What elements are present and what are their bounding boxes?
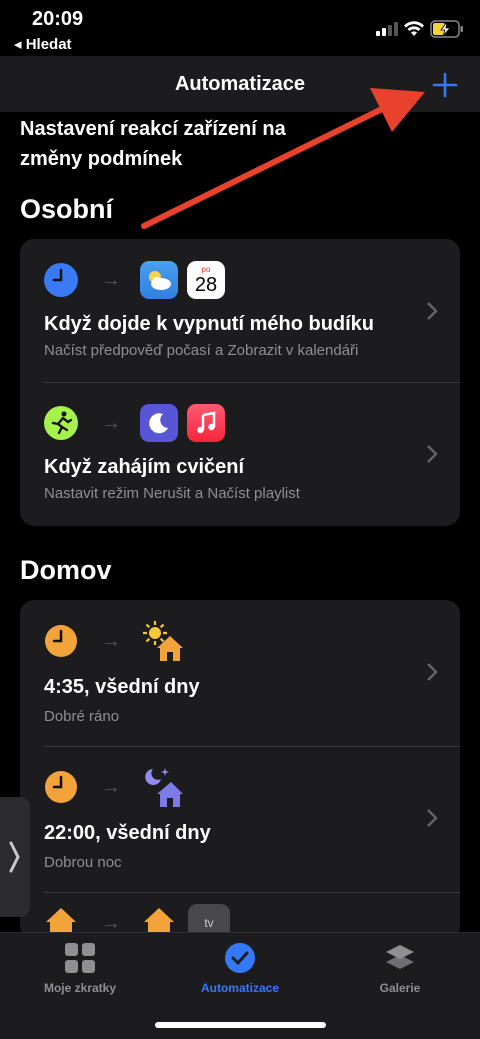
moon-home-icon — [145, 768, 183, 807]
arrow-right-icon: → — [101, 629, 121, 652]
chevron-right-icon — [427, 302, 438, 320]
clock-trigger-icon — [44, 263, 78, 297]
tab-automation[interactable]: Automatizace — [160, 941, 320, 995]
automation-icons: → po 28 — [42, 261, 234, 299]
automation-row-morning[interactable]: → 4:35, všední dny Dobré ráno — [20, 600, 460, 746]
calendar-weekday: po — [201, 264, 211, 274]
page-title: Automatizace — [174, 73, 306, 95]
clock-trigger-icon — [45, 771, 77, 803]
back-to-search-link[interactable]: ◂ Hledat — [14, 35, 72, 53]
page-subtitle: Nastavení reakcí zařízení na změny podmí… — [20, 118, 286, 170]
calendar-day: 28 — [194, 273, 218, 296]
automation-subtitle: Dobré ráno — [44, 708, 120, 725]
chevron-right-icon — [427, 445, 438, 463]
automation-row-workout[interactable]: → Když zahájím cvičení Nastavit režim Ne… — [20, 382, 460, 525]
workout-trigger-icon — [44, 406, 78, 440]
automation-title: 22:00, všední dny — [44, 822, 211, 844]
chevron-right-icon — [9, 841, 20, 873]
arrow-right-icon: → — [101, 411, 121, 434]
home-indicator — [155, 1022, 326, 1028]
tab-label: Galerie — [379, 981, 421, 995]
apple-tv-label: tv — [204, 916, 214, 930]
section-title-home: Domov — [20, 555, 112, 585]
automation-title: 4:35, všední dny — [44, 676, 200, 698]
sun-home-icon — [143, 621, 183, 661]
automation-row-alarm[interactable]: → po 28 Když dojde k vypnutí mého budíku… — [20, 239, 460, 382]
chevron-right-icon — [427, 809, 438, 827]
grid-icon — [65, 943, 95, 973]
back-label: Hledat — [25, 36, 72, 53]
tab-gallery[interactable]: Galerie — [320, 941, 480, 995]
home-automations-card: → 4:35, všední dny Dobré ráno → 22:00, v… — [20, 600, 460, 940]
tab-label: Moje zkratky — [43, 981, 117, 995]
automation-title: Když dojde k vypnutí mého budíku — [44, 313, 375, 335]
automation-icons: → — [42, 621, 186, 661]
tab-label: Automatizace — [200, 981, 280, 995]
calendar-icon: po 28 — [187, 261, 225, 299]
arrow-right-icon: → — [101, 775, 121, 798]
automation-subtitle: Načíst předpověď počasí a Zobrazit v kal… — [44, 342, 359, 359]
layers-icon — [386, 945, 414, 969]
clock-trigger-icon — [45, 625, 77, 657]
navigation-bar: Automatizace — [0, 56, 480, 112]
music-icon — [187, 404, 225, 442]
weather-icon — [140, 261, 178, 299]
battery-charging-icon — [430, 20, 463, 38]
automation-row-night[interactable]: → 22:00, všední dny Dobrou noc — [20, 746, 460, 892]
plus-icon[interactable] — [432, 72, 458, 98]
side-panel-handle[interactable] — [0, 797, 30, 917]
automation-subtitle: Dobrou noc — [44, 854, 122, 871]
clock-icon — [225, 943, 255, 973]
section-title-personal: Osobní — [20, 194, 113, 224]
automation-subtitle: Nastavit režim Nerušit a Načíst playlist — [44, 485, 300, 502]
automation-icons: → — [42, 404, 234, 442]
arrow-right-icon: → — [101, 268, 121, 291]
personal-automations-card: → po 28 Když dojde k vypnutí mého budíku… — [20, 239, 460, 526]
status-bar: 20:09 ◂ Hledat — [0, 0, 480, 56]
automation-title: Když zahájím cvičení — [44, 456, 245, 478]
wifi-icon — [404, 21, 424, 36]
cellular-signal-icon — [376, 22, 398, 36]
moon-icon — [140, 404, 178, 442]
status-time: 20:09 — [32, 8, 84, 30]
automation-icons: → — [42, 768, 186, 807]
tab-my-shortcuts[interactable]: Moje zkratky — [0, 941, 160, 995]
chevron-right-icon — [427, 663, 438, 681]
